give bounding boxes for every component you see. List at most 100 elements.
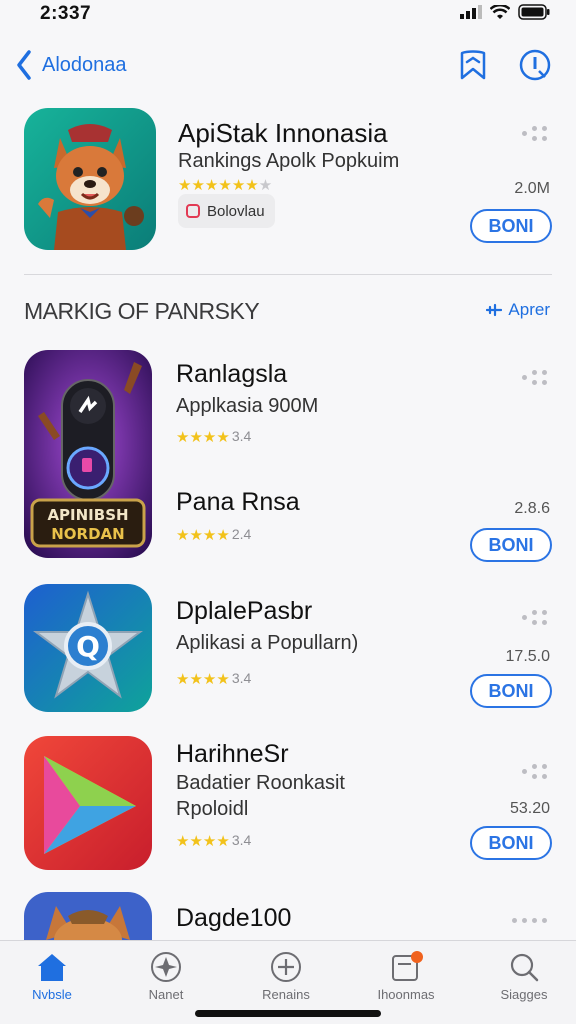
more-icon[interactable]: [522, 370, 552, 385]
status-time: 2:337: [40, 3, 92, 24]
icon-text-1: APINIBSH: [47, 506, 128, 524]
tab-label: Renains: [262, 987, 310, 1002]
bookmark-icon[interactable]: [456, 48, 490, 82]
rating-count: 3.4: [231, 428, 252, 444]
star-icon: ★: [245, 177, 258, 194]
more-icon[interactable]: [512, 918, 547, 932]
navigation-bar: Alodonaa: [0, 44, 576, 90]
tab-discover[interactable]: Nanet: [116, 951, 216, 1002]
tab-updates[interactable]: Ihoonmas: [356, 951, 456, 1002]
section-link-label: Aprer: [508, 300, 550, 319]
app-subtitle: Aplikasi a Popullarn): [176, 632, 359, 654]
get-button[interactable]: BONI: [470, 528, 552, 562]
star-icon: ★: [202, 527, 216, 544]
app-name: Pana Rnsa: [176, 488, 300, 516]
app-rating-stars: ★ ★ ★ ★ 3.4: [176, 670, 251, 688]
tab-label: Siagges: [500, 987, 548, 1002]
featured-get-button[interactable]: BONI: [470, 209, 552, 243]
app-size: 2.8.6: [514, 500, 550, 517]
star-icon: ★: [189, 671, 202, 688]
play-triangle-icon[interactable]: [24, 736, 152, 870]
get-button[interactable]: BONI: [470, 674, 552, 708]
tab-search[interactable]: Siagges: [474, 951, 574, 1002]
fox-mascot-icon[interactable]: [24, 108, 156, 250]
app-subtitle-line-2: Rpoloidl: [176, 798, 249, 820]
get-button[interactable]: BONI: [470, 826, 552, 860]
featured-app-subtitle: Rankings Apolk Popkuim: [178, 150, 400, 172]
signal-icon: [460, 5, 482, 19]
search-icon: [510, 953, 539, 982]
star-icon: ★: [204, 177, 218, 194]
icon-text-2: NORDAN: [51, 525, 124, 543]
updates-icon: [392, 951, 423, 981]
section-see-all-link[interactable]: Aprer: [486, 300, 550, 320]
svg-text:Q: Q: [76, 630, 100, 663]
chevron-left-icon: [17, 50, 31, 80]
wifi-icon: [490, 4, 510, 19]
app-rating-stars: ★ ★ ★ ★ 3.4: [176, 428, 251, 446]
app-subtitle: Badatier Roonkasit: [176, 772, 345, 794]
app-rating-stars: ★ ★ ★ ★ 2.4: [176, 526, 251, 544]
star-icon: ★: [178, 177, 191, 194]
star-icon: ★: [218, 177, 231, 194]
tab-home[interactable]: Nvbsle: [2, 951, 102, 1002]
badge-icon: [186, 204, 200, 218]
status-bar: 2:337: [0, 0, 576, 32]
rating-count: 3.4: [231, 832, 252, 848]
app-subtitle: Applkasia 900M: [176, 395, 319, 417]
fox-mascot-icon[interactable]: [24, 892, 152, 940]
app-name: Ranlagsla: [176, 360, 288, 388]
rating-count: 2.4: [231, 526, 252, 542]
rating-count: 3.4: [231, 670, 252, 686]
more-icon[interactable]: [522, 126, 552, 141]
star-icon: ★: [216, 429, 229, 446]
back-button[interactable]: Alodonaa: [16, 50, 127, 80]
tab-add[interactable]: Renains: [236, 951, 336, 1002]
app-rating-stars: ★ ★ ★ ★ 3.4: [176, 832, 251, 850]
app-size: 17.5.0: [505, 648, 550, 665]
star-icon: ★: [191, 177, 204, 194]
app-name: Dagde100: [176, 904, 292, 932]
featured-app-title: ApiStak Innonasia: [178, 118, 388, 148]
star-icon: ★: [176, 833, 189, 850]
app-name: HarihneSr: [176, 740, 289, 768]
star-icon: ★: [231, 177, 245, 194]
plane-icon: [486, 303, 503, 317]
star-icon: ★: [189, 429, 202, 446]
app-size: 53.20: [509, 800, 550, 817]
featured-size: 2.0M: [514, 180, 550, 197]
section-title: MARKIG OF PANRSKY: [24, 298, 260, 324]
tab-label: Ihoonmas: [377, 987, 435, 1002]
app-name: DplalePasbr: [176, 597, 313, 625]
star-icon: ★: [216, 833, 229, 850]
compass-icon: [151, 952, 181, 982]
plus-circle-icon: [271, 952, 301, 982]
divider: [24, 274, 552, 275]
star-icon: ★: [176, 429, 189, 446]
more-icon[interactable]: [522, 764, 552, 779]
featured-badge: Bolovlau: [178, 194, 275, 228]
star-icon: ★: [176, 671, 189, 688]
tab-label: Nvbsle: [32, 987, 72, 1002]
star-icon: ★: [202, 429, 216, 446]
star-compass-icon[interactable]: Q: [24, 584, 152, 712]
featured-rating-stars: ★ ★ ★ ★ ★ ★ ★: [178, 176, 272, 194]
star-icon: ★: [202, 833, 216, 850]
status-icons: [460, 4, 550, 20]
battery-icon: [518, 4, 550, 20]
home-indicator[interactable]: [195, 1010, 381, 1017]
star-icon: ★: [176, 527, 189, 544]
star-icon: ★: [258, 177, 272, 194]
apps-logo-icon[interactable]: APINIBSH NORDAN: [24, 350, 152, 558]
badge-label: Bolovlau: [207, 202, 265, 220]
star-icon: ★: [189, 527, 202, 544]
star-icon: ★: [202, 671, 216, 688]
star-icon: ★: [189, 833, 202, 850]
star-icon: ★: [216, 671, 229, 688]
back-label: Alodonaa: [42, 53, 127, 76]
more-icon[interactable]: [522, 610, 552, 625]
star-icon: ★: [216, 527, 229, 544]
home-icon: [38, 954, 66, 981]
featured-app[interactable]: ApiStak Innonasia Rankings Apolk Popkuim…: [0, 106, 576, 256]
info-icon[interactable]: [518, 48, 552, 82]
